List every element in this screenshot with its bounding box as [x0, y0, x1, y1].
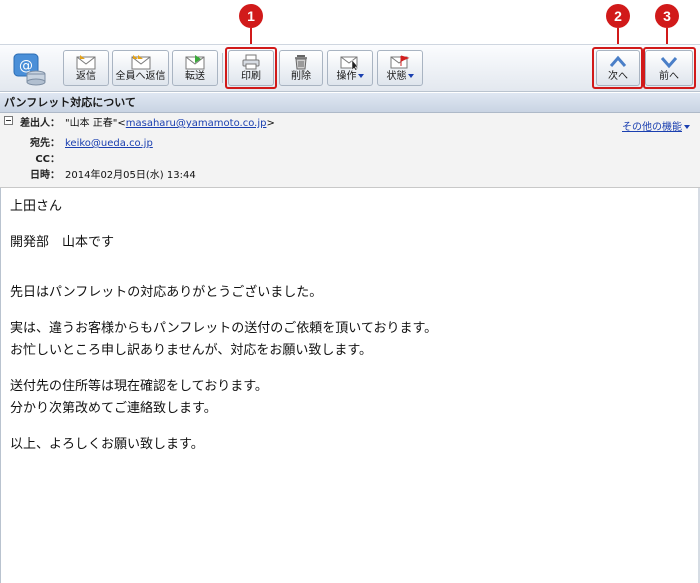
reply-button-label: 返信 [76, 71, 96, 82]
body-line: 先日はパンフレットの対応ありがとうございました。 [10, 285, 323, 300]
forward-button-label: 転送 [185, 71, 205, 82]
message-body: 上田さん 開発部 山本です 先日はパンフレットの対応ありがとうございました。 実… [0, 188, 700, 583]
reply-button[interactable]: 返信 [63, 50, 109, 86]
body-line: 以上、よろしくお願い致します。 [10, 437, 204, 452]
chevron-down-icon [684, 125, 690, 129]
more-features-text: その他の機能 [622, 122, 682, 133]
more-features-link[interactable]: その他の機能 [622, 118, 690, 133]
callout-2: 2 [606, 4, 630, 28]
cc-label: CC： [35, 154, 60, 165]
forward-button[interactable]: 転送 [172, 50, 218, 86]
operation-menu-button[interactable]: 操作 [327, 50, 373, 86]
callout-3: 3 [655, 4, 679, 28]
from-value: "山本 正春"<masaharu@yamamoto.co.jp> [65, 117, 275, 131]
delete-button-label: 削除 [291, 71, 311, 82]
callout-2-highlight [592, 47, 643, 89]
from-name: "山本 正春"< [65, 118, 126, 129]
body-line: 送付先の住所等は現在確認をしております。 [10, 379, 268, 394]
to-email-link[interactable]: keiko@ueda.co.jp [65, 137, 153, 151]
date-label: 日時： [30, 170, 60, 181]
message-subject: パンフレット対応について [0, 93, 700, 113]
from-label: 差出人： [20, 118, 60, 129]
chevron-down-icon [407, 74, 414, 78]
status-menu-button[interactable]: 状態 [377, 50, 423, 86]
callout-1: 1 [239, 4, 263, 28]
body-line: 分かり次第改めてご連絡致します。 [10, 401, 217, 416]
body-line: 上田さん [10, 199, 63, 214]
body-line: 実は、違うお客様からもパンフレットの送付のご依頼を頂いております。 [10, 321, 438, 336]
toolbar-separator [222, 53, 223, 83]
from-close: > [266, 118, 275, 129]
callout-3-highlight [643, 47, 696, 89]
reply-all-button[interactable]: 全員へ返信 [112, 50, 169, 86]
operation-label-text: 操作 [336, 71, 357, 82]
body-line: お忙しいところ申し訳ありませんが、対応をお願い致します。 [10, 343, 373, 358]
status-button-label: 状態 [378, 67, 422, 82]
message-header: 差出人： "山本 正春"<masaharu@yamamoto.co.jp> その… [0, 113, 700, 188]
to-label: 宛先： [30, 138, 60, 149]
delete-button[interactable]: 削除 [279, 50, 323, 86]
status-label-text: 状態 [386, 71, 407, 82]
body-line: 開発部 山本です [10, 235, 115, 250]
callout-1-highlight [225, 47, 277, 89]
mail-app-logo-icon: @ [13, 53, 46, 86]
date-value: 2014年02月05日(水) 13:44 [65, 170, 196, 181]
chevron-down-icon [357, 74, 364, 78]
operation-button-label: 操作 [328, 67, 372, 82]
reply-all-button-label: 全員へ返信 [115, 71, 166, 82]
from-email-link[interactable]: masaharu@yamamoto.co.jp [126, 118, 267, 129]
